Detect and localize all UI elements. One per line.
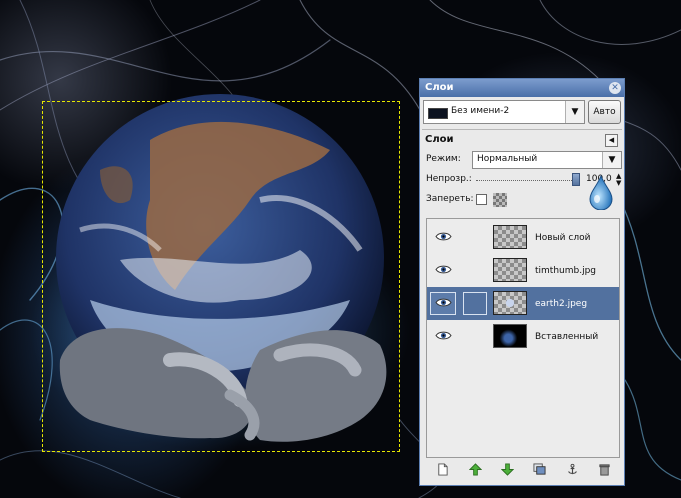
- dock-title: Слои: [425, 82, 454, 93]
- panel-title: Слои: [425, 134, 454, 145]
- lock-label: Запереть:: [426, 194, 474, 204]
- mode-label: Режим:: [426, 154, 461, 164]
- panel-header: Слои ◀: [420, 130, 624, 150]
- image-thumbnail: [428, 108, 448, 119]
- layer-name[interactable]: Новый слой: [535, 233, 590, 243]
- layer-row[interactable]: Новый слой: [427, 221, 619, 254]
- delete-layer-button[interactable]: [596, 463, 612, 479]
- chevron-down-icon[interactable]: ▼: [565, 101, 584, 123]
- layers-dock[interactable]: Слои ✕ Без имени-2 ▼ Авто Слои ◀ Режим: …: [419, 78, 625, 486]
- lock-alpha-icon[interactable]: [493, 193, 507, 207]
- layer-thumbnail[interactable]: [493, 324, 527, 348]
- eye-icon[interactable]: [435, 330, 452, 341]
- eye-icon[interactable]: [435, 297, 452, 308]
- mode-select[interactable]: Нормальный ▼: [472, 151, 622, 169]
- anchor-icon: [566, 463, 579, 479]
- layer-list[interactable]: Новый слой timthumb.jpg earth2.jpeg Вставле…: [426, 218, 620, 458]
- eye-icon[interactable]: [435, 231, 452, 242]
- drop-icon: [589, 174, 613, 210]
- lower-layer-button[interactable]: [499, 463, 515, 479]
- image-menu-value: Без имени-2: [451, 106, 510, 116]
- spin-arrows-icon[interactable]: ▲ ▼: [616, 173, 621, 187]
- raise-layer-button[interactable]: [467, 463, 483, 479]
- arrow-up-icon: [468, 463, 482, 479]
- auto-button[interactable]: Авто: [588, 100, 621, 124]
- opacity-slider[interactable]: [476, 180, 576, 182]
- new-page-icon: [436, 463, 449, 479]
- layer-name[interactable]: timthumb.jpg: [535, 266, 596, 276]
- opacity-slider-handle[interactable]: [572, 173, 580, 186]
- trash-icon: [598, 464, 611, 479]
- layer-actions-bar: [426, 462, 620, 482]
- close-icon[interactable]: ✕: [609, 82, 621, 94]
- new-layer-button[interactable]: [434, 463, 450, 479]
- duplicate-icon: [532, 463, 546, 479]
- mode-row: Режим: Нормальный ▼: [420, 150, 624, 170]
- image-menu[interactable]: Без имени-2 ▼: [423, 100, 585, 124]
- eye-icon[interactable]: [435, 264, 452, 275]
- layer-name[interactable]: earth2.jpeg: [535, 299, 587, 309]
- image-menu-row: Без имени-2 ▼ Авто: [420, 97, 624, 129]
- layer-row[interactable]: timthumb.jpg: [427, 254, 619, 287]
- dock-titlebar[interactable]: Слои ✕: [420, 79, 624, 97]
- chevron-down-icon[interactable]: ▼: [602, 152, 621, 168]
- lock-pixels-checkbox[interactable]: [476, 194, 487, 205]
- tab-menu-icon[interactable]: ◀: [605, 134, 618, 147]
- mode-value: Нормальный: [477, 154, 538, 164]
- selection-marquee: [42, 101, 400, 452]
- layer-thumbnail[interactable]: [493, 291, 527, 315]
- layer-row[interactable]: earth2.jpeg: [427, 287, 619, 320]
- duplicate-layer-button[interactable]: [531, 463, 547, 479]
- link-toggle[interactable]: [463, 292, 487, 315]
- layer-thumbnail[interactable]: [493, 258, 527, 282]
- anchor-layer-button[interactable]: [564, 463, 580, 479]
- layer-name[interactable]: Вставленный: [535, 332, 598, 342]
- opacity-label: Непрозр.:: [426, 174, 472, 184]
- layer-thumbnail[interactable]: [493, 225, 527, 249]
- layer-row[interactable]: Вставленный: [427, 320, 619, 353]
- arrow-down-icon: [500, 463, 514, 479]
